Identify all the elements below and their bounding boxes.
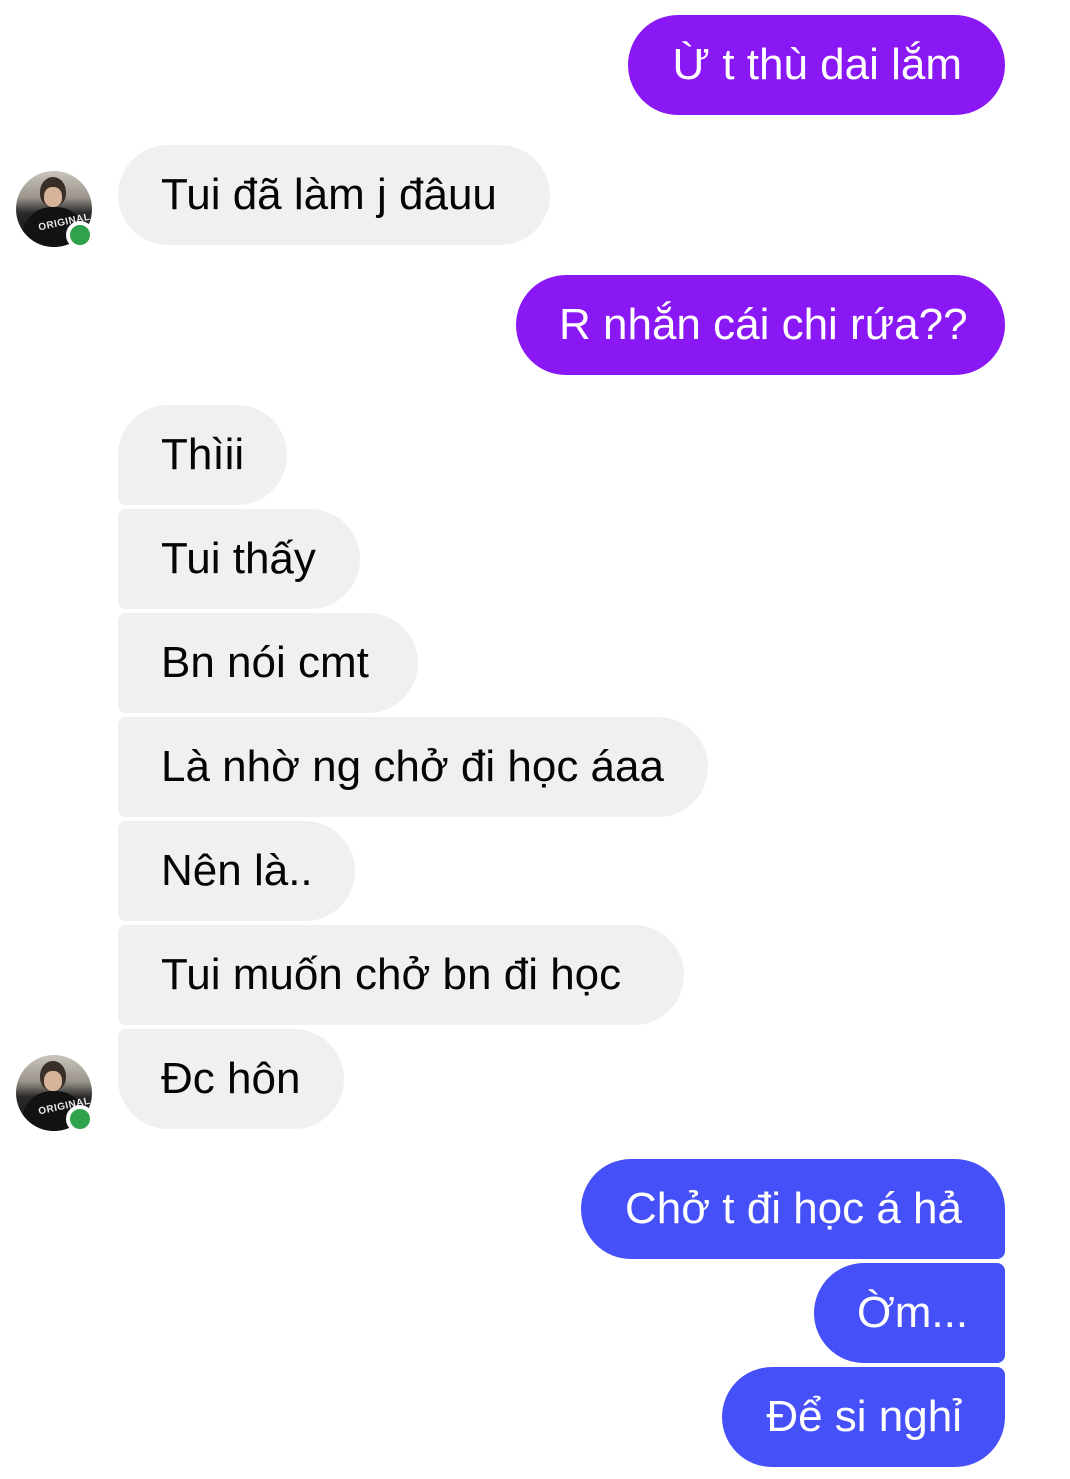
outgoing-message[interactable]: Ừ t thù dai lắm — [628, 15, 1005, 115]
incoming-message[interactable]: Là nhờ ng chở đi học áaa — [118, 717, 708, 817]
outgoing-message[interactable]: Chở t đi học á hả — [581, 1159, 1005, 1259]
incoming-message[interactable]: Đc hôn — [118, 1029, 344, 1129]
online-status-dot — [66, 221, 94, 249]
outgoing-message[interactable]: R nhắn cái chi rứa?? — [516, 275, 1005, 375]
incoming-message[interactable]: Bn nói cmt — [118, 613, 418, 713]
incoming-message[interactable]: Thìii — [118, 405, 287, 505]
online-status-dot — [66, 1105, 94, 1133]
outgoing-message[interactable]: Để si nghỉ — [722, 1367, 1005, 1467]
incoming-message[interactable]: Nên là.. — [118, 821, 355, 921]
incoming-message[interactable]: Tui muốn chở bn đi học — [118, 925, 684, 1025]
contact-avatar[interactable]: ORIGINAL — [16, 1055, 94, 1133]
outgoing-message[interactable]: Ờm... — [814, 1263, 1005, 1363]
contact-avatar[interactable]: ORIGINAL — [16, 171, 94, 249]
incoming-message[interactable]: Tui đã làm j đâuu — [118, 145, 550, 245]
incoming-message[interactable]: Tui thấy — [118, 509, 360, 609]
